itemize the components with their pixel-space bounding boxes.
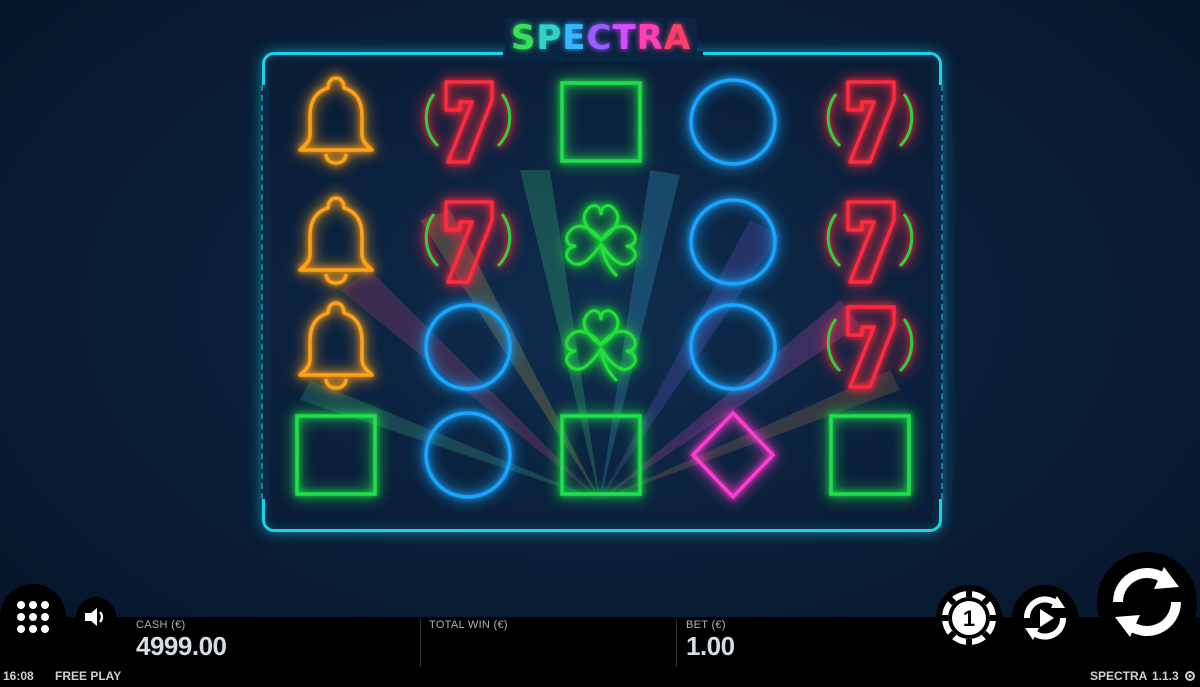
logo-letter: P	[536, 18, 563, 58]
total-win-field: TOTAL WIN (€)	[429, 619, 508, 631]
clover-symbol	[551, 192, 651, 292]
cash-value: 4999.00	[136, 631, 227, 661]
spin-arrows-icon	[1113, 567, 1181, 637]
square-symbol	[551, 72, 651, 172]
speaker-icon	[85, 608, 104, 626]
sound-button[interactable]	[76, 597, 116, 637]
spin-button[interactable]	[1097, 552, 1197, 652]
seven-symbol	[820, 72, 920, 172]
logo-letter: R	[636, 18, 664, 58]
clock: 16:08	[3, 669, 34, 683]
clover-symbol	[551, 297, 651, 397]
square-symbol	[820, 405, 920, 505]
cash-field: CASH (€) 4999.00	[136, 619, 227, 662]
circle-symbol	[418, 297, 518, 397]
cash-label: CASH (€)	[136, 619, 186, 631]
autoplay-icon	[1024, 596, 1066, 640]
diamond-symbol	[683, 405, 783, 505]
seven-symbol	[418, 192, 518, 292]
version: 1.1.3	[1152, 669, 1179, 683]
seven-symbol	[820, 192, 920, 292]
logo-letter: T	[612, 18, 637, 58]
logo-letter: A	[663, 18, 692, 58]
grid-dots-icon	[17, 601, 49, 633]
divider	[676, 619, 677, 667]
square-symbol	[286, 405, 386, 505]
bet-field: BET (€) 1.00	[686, 619, 735, 662]
autoplay-button[interactable]	[1012, 585, 1078, 651]
circle-symbol	[683, 72, 783, 172]
reel-grid[interactable]	[0, 0, 1200, 687]
settings-icon[interactable]	[1183, 669, 1197, 683]
logo-letter: C	[586, 18, 613, 58]
total-win-label: TOTAL WIN (€)	[429, 619, 508, 631]
bet-value: 1.00	[686, 631, 735, 661]
coin-value: 1	[963, 606, 975, 631]
bell-symbol	[286, 72, 386, 172]
divider	[420, 619, 421, 667]
chip-icon: 1	[942, 591, 996, 645]
circle-symbol	[418, 405, 518, 505]
play-mode: FREE PLAY	[55, 669, 122, 683]
square-symbol	[551, 405, 651, 505]
coin-value-button[interactable]: 1	[936, 585, 1002, 651]
bell-symbol	[286, 297, 386, 397]
circle-symbol	[683, 192, 783, 292]
logo-letter: S	[510, 18, 537, 58]
logo-letter: E	[562, 18, 587, 58]
game-logo: SPECTRA	[505, 18, 697, 58]
seven-symbol	[820, 297, 920, 397]
game-name: SPECTRA	[1090, 669, 1148, 683]
seven-symbol	[418, 72, 518, 172]
bet-label: BET (€)	[686, 619, 726, 631]
bell-symbol	[286, 192, 386, 292]
circle-symbol	[683, 297, 783, 397]
menu-button[interactable]	[0, 584, 66, 650]
